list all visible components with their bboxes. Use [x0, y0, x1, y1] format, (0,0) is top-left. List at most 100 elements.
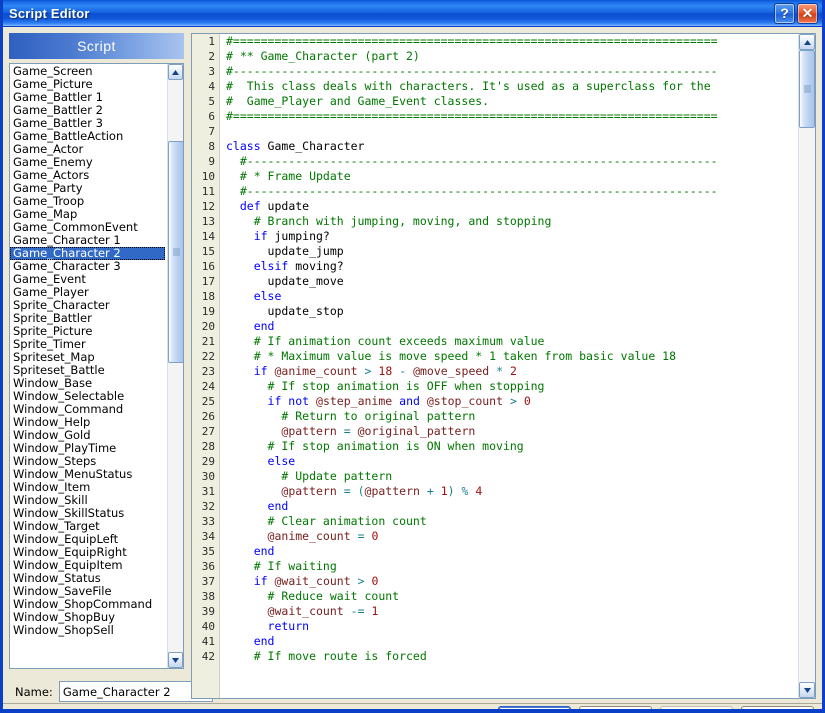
code-scrollbar-track[interactable]: [799, 50, 815, 682]
code-line[interactable]: end: [221, 499, 798, 514]
line-number-gutter: 1 2 3 4 5 6 7 8 9 10 11 12 13 14 15 16 17 18 19 20 21 22 23 24 2…: [192, 34, 220, 698]
code-token: update: [260, 199, 310, 213]
code-line[interactable]: # If move route is forced: [221, 649, 798, 664]
script-editor-window: Script Editor ? ✕ Script Game_Screen Game…: [0, 0, 825, 713]
code-line[interactable]: if not @step_anime and @stop_count > 0: [221, 394, 798, 409]
line-number: 10: [201, 170, 215, 183]
code-scrollbar[interactable]: [798, 34, 815, 698]
code-line[interactable]: # Game_Player and Game_Event classes.: [221, 94, 798, 109]
close-icon-button[interactable]: ✕: [797, 2, 818, 24]
code-line[interactable]: return: [221, 619, 798, 634]
line-number: 19: [201, 305, 215, 318]
title-bar: Script Editor ? ✕: [3, 0, 822, 27]
code-line[interactable]: #---------------------------------------…: [221, 184, 798, 199]
code-token: 0: [523, 394, 531, 408]
code-token: 18: [378, 364, 393, 378]
code-token: # If move route is forced: [226, 649, 427, 663]
code-line[interactable]: # * Frame Update: [221, 169, 798, 184]
line-number: 16: [201, 260, 215, 273]
code-line[interactable]: # If stop animation is OFF when stopping: [221, 379, 798, 394]
code-token: 0: [371, 574, 379, 588]
code-editor[interactable]: 1 2 3 4 5 6 7 8 9 10 11 12 13 14 15 16 17 18 19 20 21 22 23 24 2…: [191, 33, 816, 699]
code-line[interactable]: class Game_Character: [221, 139, 798, 154]
code-token: update_stop: [226, 304, 344, 318]
code-line[interactable]: # Branch with jumping, moving, and stopp…: [221, 214, 798, 229]
code-line[interactable]: [221, 124, 798, 139]
line-number: 9: [208, 155, 215, 168]
code-line[interactable]: @wait_count -= 1: [221, 604, 798, 619]
script-list[interactable]: Game_Screen Game_Picture Game_Battler 1 Gam…: [10, 64, 167, 668]
code-line[interactable]: end: [221, 544, 798, 559]
line-number: 37: [201, 575, 215, 588]
code-scroll-up-arrow-icon[interactable]: [799, 34, 815, 50]
code-token: jumping?: [267, 229, 330, 243]
line-number: 41: [201, 635, 215, 648]
code-line[interactable]: @pattern = @original_pattern: [221, 424, 798, 439]
code-line[interactable]: # If animation count exceeds maximum val…: [221, 334, 798, 349]
code-line[interactable]: @pattern = (@pattern + 1) % 4: [221, 484, 798, 499]
code-line[interactable]: # * Maximum value is move speed * 1 take…: [221, 349, 798, 364]
code-line[interactable]: # Return to original pattern: [221, 409, 798, 424]
code-line[interactable]: def update: [221, 199, 798, 214]
line-number: 32: [201, 500, 215, 513]
code-line[interactable]: update_move: [221, 274, 798, 289]
code-line[interactable]: #---------------------------------------…: [221, 64, 798, 79]
code-line[interactable]: update_stop: [221, 304, 798, 319]
line-number: 1: [208, 35, 215, 48]
code-token: @pattern: [281, 484, 337, 498]
help-button[interactable]: Help: [741, 706, 814, 709]
scrollbar-track[interactable]: [168, 80, 183, 652]
code-line[interactable]: if jumping?: [221, 229, 798, 244]
code-scroll-down-arrow-icon[interactable]: [799, 682, 815, 698]
code-line[interactable]: # Reduce wait count: [221, 589, 798, 604]
code-line[interactable]: if @anime_count > 18 - @move_speed * 2: [221, 364, 798, 379]
scroll-down-arrow-icon[interactable]: [168, 652, 183, 668]
code-line[interactable]: end: [221, 634, 798, 649]
script-list-scrollbar[interactable]: [167, 64, 183, 668]
code-line[interactable]: # If waiting: [221, 559, 798, 574]
code-text[interactable]: #=======================================…: [221, 34, 798, 698]
code-token: # * Maximum value is move speed * 1 take…: [226, 349, 677, 363]
code-surface[interactable]: 1 2 3 4 5 6 7 8 9 10 11 12 13 14 15 16 17 18 19 20 21 22 23 24 2…: [192, 34, 798, 698]
code-line[interactable]: update_jump: [221, 244, 798, 259]
script-list-box[interactable]: Game_Screen Game_Picture Game_Battler 1 Gam…: [9, 63, 184, 669]
code-token: # Return to original pattern: [226, 409, 476, 423]
code-line[interactable]: # Update pattern: [221, 469, 798, 484]
code-line[interactable]: else: [221, 289, 798, 304]
code-line[interactable]: # Clear animation count: [221, 514, 798, 529]
ok-button[interactable]: OK: [498, 706, 571, 709]
code-token: =: [343, 424, 351, 438]
code-line[interactable]: # ** Game_Character (part 2): [221, 49, 798, 64]
code-line[interactable]: # If stop animation is ON when moving: [221, 439, 798, 454]
code-token: else: [226, 454, 296, 468]
cancel-button[interactable]: Cancel: [579, 706, 652, 709]
scrollbar-thumb[interactable]: [168, 141, 183, 363]
script-list-item[interactable]: Window_ShopSell: [10, 624, 167, 637]
line-number: 17: [201, 275, 215, 288]
code-line[interactable]: @anime_count = 0: [221, 529, 798, 544]
code-line[interactable]: # This class deals with characters. It's…: [221, 79, 798, 94]
code-line[interactable]: #=======================================…: [221, 34, 798, 49]
help-icon-button[interactable]: ?: [774, 2, 795, 24]
scroll-up-arrow-icon[interactable]: [168, 64, 183, 80]
code-scrollbar-thumb[interactable]: [799, 50, 815, 128]
line-number: 27: [201, 425, 215, 438]
code-line[interactable]: elsif moving?: [221, 259, 798, 274]
code-line[interactable]: #=======================================…: [221, 109, 798, 124]
code-token: @anime_count: [267, 529, 351, 543]
code-line[interactable]: if @wait_count > 0: [221, 574, 798, 589]
code-token: # Branch with jumping, moving, and stopp…: [226, 214, 552, 228]
code-line[interactable]: #---------------------------------------…: [221, 154, 798, 169]
line-number: 3: [208, 65, 215, 78]
line-number: 14: [201, 230, 215, 243]
code-line[interactable]: end: [221, 319, 798, 334]
line-number: 7: [208, 125, 215, 138]
code-line[interactable]: else: [221, 454, 798, 469]
script-name-input[interactable]: [58, 681, 213, 702]
code-token: if: [226, 574, 268, 588]
